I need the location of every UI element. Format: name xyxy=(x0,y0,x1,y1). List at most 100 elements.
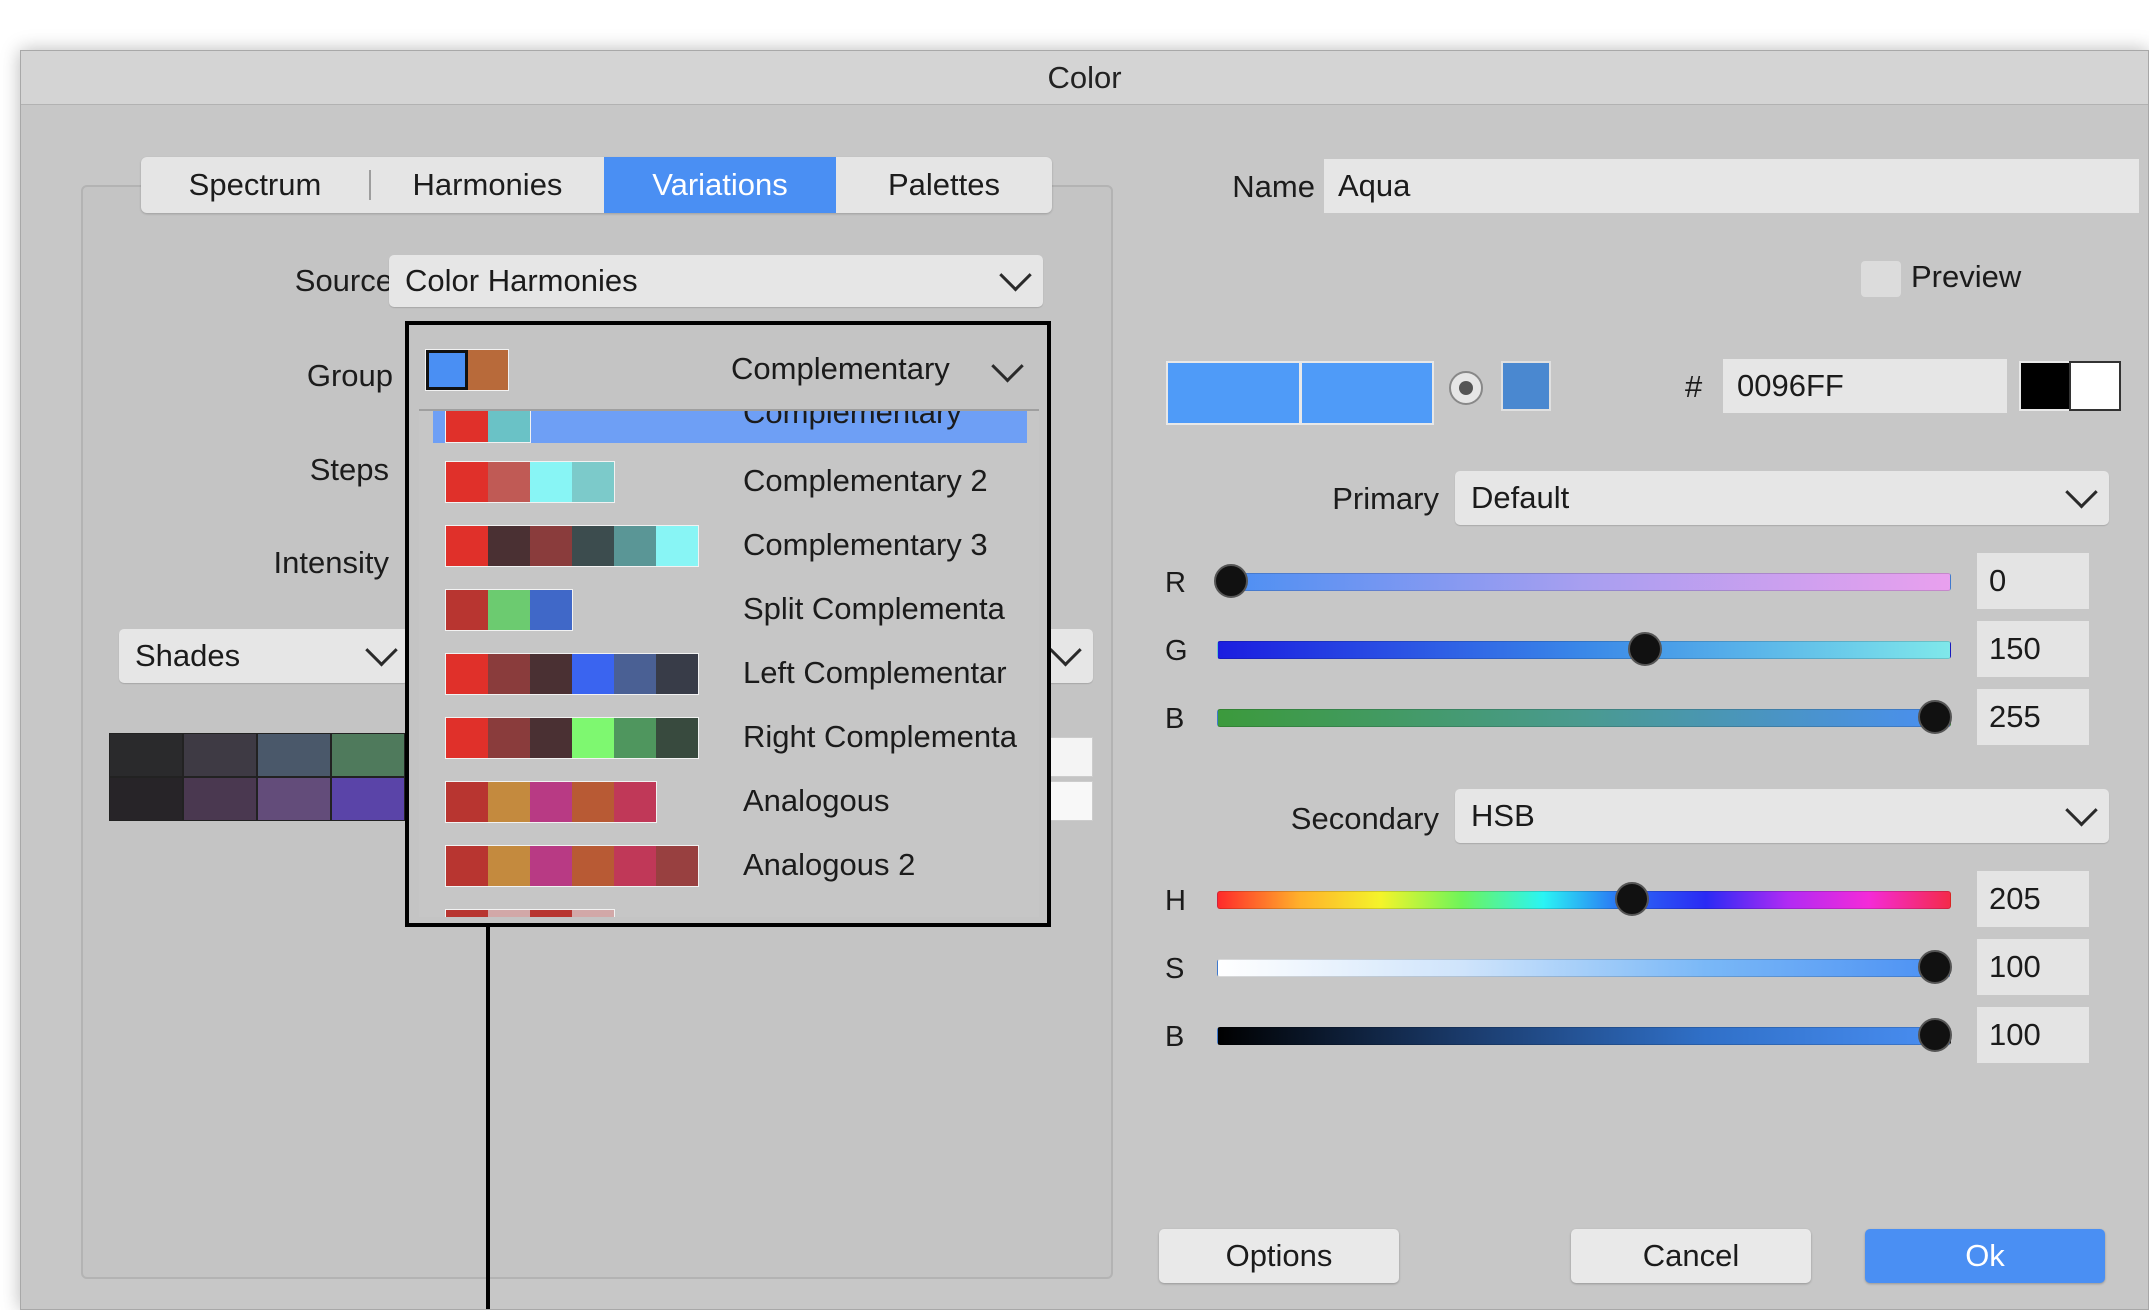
swatch xyxy=(530,590,572,630)
variation-cell[interactable] xyxy=(110,778,182,820)
swatch xyxy=(572,782,614,822)
name-field[interactable]: Aqua xyxy=(1324,159,2139,213)
group-dropdown-header[interactable]: Complementary xyxy=(421,349,1029,395)
harmony-swatches xyxy=(445,653,699,695)
slider-track[interactable] xyxy=(1217,573,1951,591)
swatch xyxy=(530,910,572,917)
chevron-down-icon xyxy=(2065,793,2098,827)
chevron-down-icon xyxy=(365,633,398,667)
swatch-primary xyxy=(426,350,468,390)
swatch xyxy=(488,910,530,917)
web-safe-radio[interactable] xyxy=(1449,371,1483,405)
slider-track[interactable] xyxy=(1217,959,1951,977)
options-button[interactable]: Options xyxy=(1159,1229,1399,1283)
slider-knob[interactable] xyxy=(1918,700,1952,734)
intensity-label: Intensity xyxy=(273,545,389,580)
slider-knob[interactable] xyxy=(1627,632,1662,666)
group-dropdown-popup[interactable]: Complementary Complementary Complementary… xyxy=(405,321,1051,927)
swatch xyxy=(530,462,572,502)
variation-cell[interactable] xyxy=(258,778,330,820)
group-option[interactable]: Analogous 2 xyxy=(433,837,1027,893)
swatch xyxy=(488,718,530,758)
variation-cell[interactable] xyxy=(110,734,182,776)
chevron-down-icon xyxy=(991,349,1024,383)
swatch xyxy=(572,846,614,886)
slider-value-field[interactable]: 100 xyxy=(1977,1007,2089,1063)
preview-checkbox[interactable] xyxy=(1861,261,1901,297)
slider-knob[interactable] xyxy=(1614,882,1649,916)
swatch xyxy=(614,526,656,566)
slider-value-field[interactable]: 205 xyxy=(1977,871,2089,927)
swatch xyxy=(446,411,488,442)
original-color-swatch xyxy=(1301,363,1432,423)
tab-variations[interactable]: Variations xyxy=(604,157,836,213)
chevron-down-icon xyxy=(2065,475,2098,509)
group-option[interactable]: Left Complementar xyxy=(433,645,1027,701)
variation-cell[interactable] xyxy=(332,734,404,776)
radio-dot-icon xyxy=(1459,381,1473,395)
cancel-button[interactable]: Cancel xyxy=(1571,1229,1811,1283)
group-option-label: Split Complementa xyxy=(743,591,1005,626)
variations-grid xyxy=(109,733,419,821)
swatch xyxy=(572,910,614,917)
web-safe-swatch[interactable] xyxy=(1501,361,1551,411)
swatch xyxy=(614,718,656,758)
callout-line xyxy=(486,927,490,1309)
swatch xyxy=(446,590,488,630)
slider-knob[interactable] xyxy=(1214,564,1248,598)
group-option[interactable]: Complementary 2 xyxy=(433,453,1027,509)
tab-spectrum[interactable]: Spectrum xyxy=(141,157,369,213)
secondary-label: Secondary xyxy=(1290,801,1439,836)
group-option[interactable]: Analogous xyxy=(433,773,1027,829)
variation-cell[interactable] xyxy=(184,734,256,776)
black-swatch[interactable] xyxy=(2019,361,2071,411)
group-option[interactable] xyxy=(433,901,1027,917)
slider-track[interactable] xyxy=(1217,891,1951,909)
slider-track[interactable] xyxy=(1217,1027,1951,1045)
swatch xyxy=(530,718,572,758)
group-option[interactable]: Right Complementa xyxy=(433,709,1027,765)
slider-track[interactable] xyxy=(1217,709,1951,727)
swatch xyxy=(530,654,572,694)
slider-label: G xyxy=(1165,635,1188,667)
variation-cell[interactable] xyxy=(184,778,256,820)
tab-palettes[interactable]: Palettes xyxy=(836,157,1052,213)
source-dropdown[interactable]: Color Harmonies xyxy=(389,255,1043,307)
swatch xyxy=(656,654,698,694)
swatch xyxy=(446,654,488,694)
swatch xyxy=(488,526,530,566)
hex-field[interactable]: 0096FF xyxy=(1723,359,2007,413)
slider-track[interactable] xyxy=(1217,641,1951,659)
slider-value-field[interactable]: 255 xyxy=(1977,689,2089,745)
color-well[interactable] xyxy=(1166,361,1434,425)
group-option[interactable]: Split Complementa xyxy=(433,581,1027,637)
white-swatch[interactable] xyxy=(2069,361,2121,411)
group-option[interactable]: Complementary xyxy=(433,411,1027,443)
swatch xyxy=(614,846,656,886)
swatch xyxy=(572,462,614,502)
harmony-swatches xyxy=(445,909,615,917)
tab-harmonies[interactable]: Harmonies xyxy=(371,157,604,213)
swatch xyxy=(446,526,488,566)
slider-knob[interactable] xyxy=(1918,950,1952,984)
group-option[interactable]: Complementary 3 xyxy=(433,517,1027,573)
variation-cell[interactable] xyxy=(332,778,404,820)
harmony-swatches xyxy=(445,589,573,631)
slider-knob[interactable] xyxy=(1918,1018,1952,1052)
swatch xyxy=(488,846,530,886)
secondary-dropdown[interactable]: HSB xyxy=(1455,789,2109,843)
shades-dropdown[interactable]: Shades xyxy=(119,629,409,683)
variation-cell[interactable] xyxy=(258,734,330,776)
group-option-label: Right Complementa xyxy=(743,719,1017,754)
ok-button[interactable]: Ok xyxy=(1865,1229,2105,1283)
harmony-swatches xyxy=(445,411,531,443)
current-group-swatch xyxy=(425,349,509,391)
swatch xyxy=(446,910,488,917)
slider-value-field[interactable]: 150 xyxy=(1977,621,2089,677)
primary-value: Default xyxy=(1471,480,1570,515)
primary-dropdown[interactable]: Default xyxy=(1455,471,2109,525)
slider-value-field[interactable]: 0 xyxy=(1977,553,2089,609)
chevron-down-icon xyxy=(1049,633,1082,667)
slider-value-field[interactable]: 100 xyxy=(1977,939,2089,995)
group-option-label: Complementary xyxy=(743,409,962,430)
